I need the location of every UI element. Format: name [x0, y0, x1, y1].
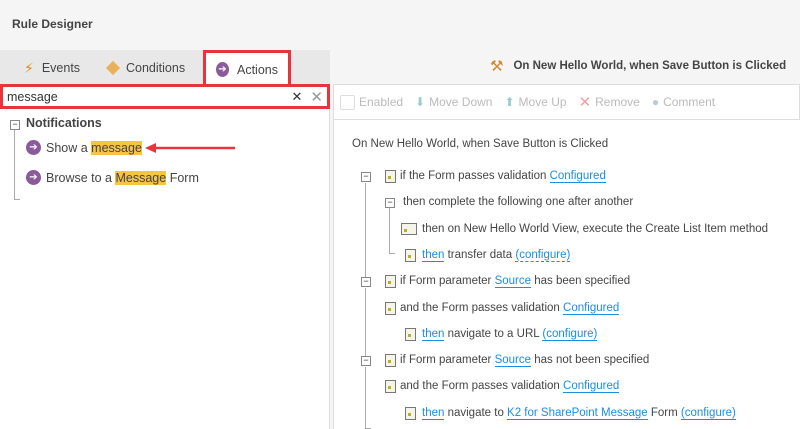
rule-text: transfer data — [444, 248, 516, 261]
rule-link[interactable]: Configured — [549, 170, 606, 183]
rule-row: if Form parameter Source has not been sp… — [400, 353, 650, 368]
tree-item-browse-message-form[interactable]: ➔ Browse to a Message Form — [26, 170, 199, 185]
toolbox-panel: − Notifications ➔ Show a message ➔ Brows… — [0, 109, 330, 429]
app-title: Rule Designer — [12, 17, 93, 31]
rule-row: then navigate to K2 for SharePoint Messa… — [422, 406, 736, 420]
rule-text: Form — [647, 406, 681, 419]
rule-row: if Form parameter Source has been specif… — [400, 274, 631, 289]
document-icon — [385, 380, 396, 394]
move-down-button[interactable]: ⬇ Move Down — [415, 95, 492, 109]
arrow-circle-icon: ➔ — [26, 170, 41, 185]
collapse-toggle[interactable]: − — [10, 120, 20, 130]
rule-event: On New Hello World, when Save Button is … — [352, 138, 609, 150]
arrow-circle-icon: ➔ — [26, 140, 41, 155]
rule-text: then complete the following one after an… — [403, 196, 634, 209]
rule-link[interactable]: (configure) — [680, 406, 736, 420]
move-up-icon: ⬆ — [504, 95, 515, 109]
tree-item-show-message[interactable]: ➔ Show a message — [26, 140, 142, 155]
rule-text: and the Form passes validation — [400, 380, 564, 393]
document-icon — [405, 327, 416, 341]
callout-arrow — [145, 142, 237, 154]
tab-conditions[interactable]: Conditions — [105, 50, 185, 86]
rule-link[interactable]: (configure) — [515, 248, 571, 262]
rule-content: On New Hello World, when Save Button is … — [333, 120, 800, 429]
rule-text: if Form parameter — [400, 354, 495, 367]
rule-text: has been specified — [531, 275, 631, 288]
collapse-toggle[interactable]: − — [385, 198, 395, 209]
rule-text: navigate to a URL — [444, 327, 543, 340]
document-icon — [385, 354, 396, 368]
rule-text: navigate to — [444, 406, 508, 419]
document-icon — [385, 170, 396, 183]
rule-link[interactable]: K2 for SharePoint Message — [507, 406, 648, 420]
search-input[interactable] — [7, 89, 292, 104]
rule-text: then on New Hello World View, execute th… — [422, 222, 769, 235]
clear-icon[interactable]: ✕ — [292, 89, 303, 105]
rule-link[interactable]: then — [422, 327, 445, 341]
rule-link[interactable]: Source — [494, 354, 532, 368]
comment-button[interactable]: ● Comment — [652, 95, 715, 109]
rule-row: and the Form passes validation Configure… — [400, 301, 620, 315]
rule-row: then navigate to a URL (configure) — [422, 327, 598, 341]
move-down-icon: ⬇ — [415, 95, 426, 109]
rule-row: then on New Hello World View, execute th… — [422, 222, 768, 236]
rule-row: and the Form passes validation Configure… — [400, 379, 620, 394]
rule-toolbar: Enabled ⬇ Move Down ⬆ Move Up ✕ Remove ● Com… — [333, 84, 800, 120]
rule-text: if Form parameter — [400, 275, 495, 288]
gavel-icon: ⚒ — [490, 58, 504, 75]
document-icon — [405, 248, 416, 262]
collapse-toggle[interactable]: − — [361, 277, 371, 288]
rule-link[interactable]: Configured — [563, 380, 620, 394]
rule-text: has not been specified — [531, 354, 650, 367]
rule-link[interactable]: then — [422, 406, 445, 420]
rule-row: then complete the following one after an… — [403, 195, 633, 209]
rule-row: then transfer data (configure) — [422, 248, 571, 262]
method-icon — [401, 222, 417, 235]
rule-row: if the Form passes validation Configured — [400, 169, 606, 183]
document-icon — [385, 275, 396, 289]
rule-text: and the Form passes validation — [400, 301, 564, 314]
document-icon — [405, 406, 416, 420]
rule-link[interactable]: Configured — [563, 301, 620, 315]
comment-icon: ● — [651, 95, 660, 109]
move-up-button[interactable]: ⬆ Move Up — [504, 95, 566, 109]
tab-actions[interactable]: ➔ Actions — [203, 50, 291, 86]
remove-icon: ✕ — [578, 94, 592, 111]
rule-link[interactable]: then — [422, 248, 445, 262]
rule-header: ⚒ On New Hello World, when Save Button i… — [490, 58, 787, 75]
search-box: ✕ ✕ — [0, 84, 330, 109]
arrow-circle-icon: ➔ — [216, 62, 229, 77]
enabled-checkbox[interactable]: Enabled — [340, 94, 403, 110]
tab-bar: ⚡ Events Conditions ➔ Actions — [0, 50, 330, 86]
tree-group-notifications: Notifications — [26, 116, 102, 130]
collapse-toggle[interactable]: − — [361, 356, 371, 367]
rule-link[interactable]: (configure) — [542, 327, 598, 341]
diamond-icon — [105, 60, 121, 76]
rule-text: if the Form passes validation — [400, 170, 550, 182]
lightning-icon: ⚡ — [24, 59, 34, 76]
remove-button[interactable]: ✕ Remove — [579, 93, 640, 111]
close-icon[interactable]: ✕ — [310, 88, 323, 106]
collapse-toggle[interactable]: − — [361, 172, 371, 182]
tab-events[interactable]: ⚡ Events — [24, 50, 80, 86]
rule-link[interactable]: Source — [494, 275, 532, 289]
document-icon — [385, 301, 396, 315]
